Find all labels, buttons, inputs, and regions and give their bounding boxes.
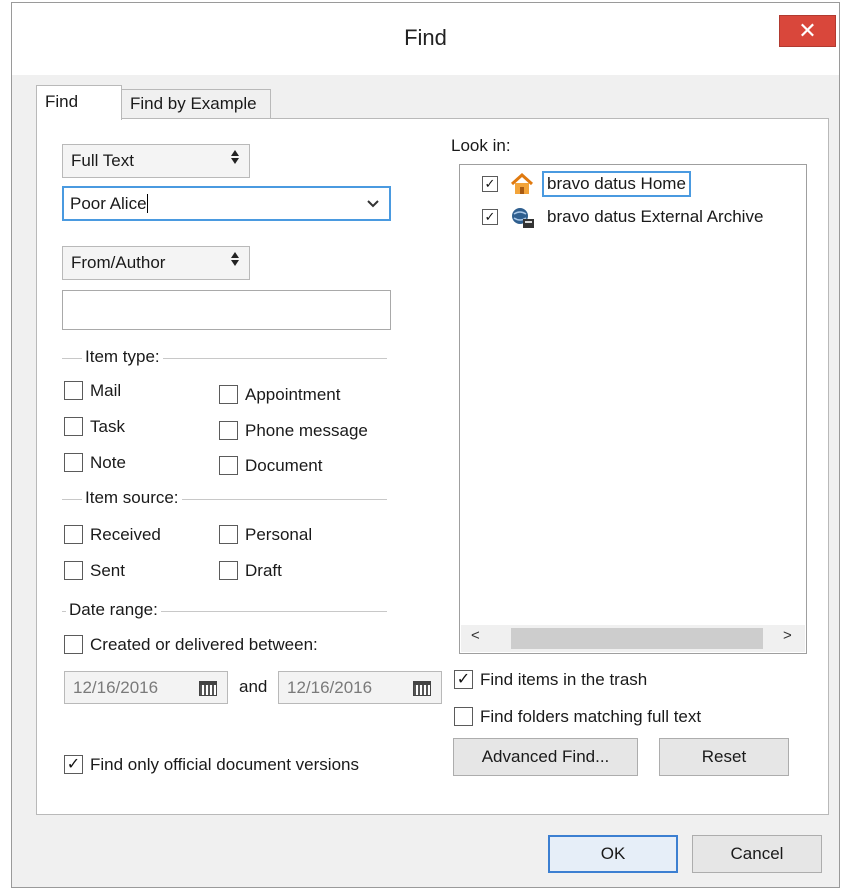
mail-label: Mail [90,381,122,400]
personal-label: Personal [245,525,313,544]
official-versions-checkbox[interactable]: ✓ [64,755,83,774]
from-date-picker[interactable]: 12/16/2016 [64,671,228,704]
note-label: Note [90,453,126,472]
received-checkbox[interactable] [64,525,83,544]
query-combobox[interactable]: Poor Alice [62,186,391,221]
scrollbar-thumb[interactable] [511,628,763,649]
find-dialog: Find ✕ Find Find by Example Full Text Po… [11,2,840,888]
appointment-label: Appointment [245,385,341,404]
from-date-value: 12/16/2016 [73,678,159,697]
updown-arrow-icon [230,145,240,177]
note-checkbox[interactable] [64,453,83,472]
title-bar: Find ✕ [12,3,839,75]
official-versions-label: Find only official document versions [90,755,359,774]
tab-find-label: Find [45,92,79,111]
horizontal-scrollbar[interactable]: < > [461,625,805,652]
tab-find-by-example-label: Find by Example [130,94,257,113]
phone-message-label: Phone message [245,421,368,440]
archive-checkbox[interactable]: ✓ [482,209,498,225]
personal-checkbox[interactable] [219,525,238,544]
look-in-item-archive[interactable]: ✓ bravo datus External Archive [478,206,808,230]
reset-button[interactable]: Reset [659,738,789,776]
folders-label: Find folders matching full text [480,707,702,726]
to-date-value: 12/16/2016 [287,678,373,697]
network-archive-icon [510,206,536,235]
to-date-picker[interactable]: 12/16/2016 [278,671,442,704]
field-select[interactable]: From/Author [62,246,250,280]
document-label: Document [245,456,323,475]
trash-checkbox[interactable]: ✓ [454,670,473,689]
close-button[interactable]: ✕ [779,15,836,47]
author-input[interactable] [62,290,391,330]
appointment-checkbox[interactable] [219,385,238,404]
calendar-icon[interactable] [199,681,217,696]
sent-label: Sent [90,561,125,580]
document-checkbox[interactable] [219,456,238,475]
date-range-legend: Date range: [66,600,161,620]
tab-find-by-example[interactable]: Find by Example [121,89,271,119]
calendar-icon[interactable] [413,681,431,696]
scroll-right-icon[interactable]: > [783,627,792,644]
mail-checkbox[interactable] [64,381,83,400]
field-select-value: From/Author [71,253,166,272]
scope-select[interactable]: Full Text [62,144,250,178]
dialog-title: Find [404,25,447,50]
archive-item-label: bravo datus External Archive [547,207,764,226]
draft-label: Draft [245,561,282,580]
phone-message-checkbox[interactable] [219,421,238,440]
query-value: Poor Alice [70,194,147,213]
scroll-left-icon[interactable]: < [471,627,480,644]
draft-checkbox[interactable] [219,561,238,580]
updown-arrow-icon [230,247,240,279]
advanced-find-button[interactable]: Advanced Find... [453,738,638,776]
home-checkbox[interactable]: ✓ [482,176,498,192]
look-in-label: Look in: [451,136,511,155]
look-in-item-home[interactable]: ✓ bravo datus Home [478,171,808,200]
home-icon [510,172,534,200]
ok-button[interactable]: OK [548,835,678,873]
task-checkbox[interactable] [64,417,83,436]
task-label: Task [90,417,125,436]
home-item-label: bravo datus Home [542,171,691,197]
trash-label: Find items in the trash [480,670,648,689]
cancel-button[interactable]: Cancel [692,835,822,873]
item-type-legend: Item type: [82,347,163,367]
created-between-checkbox[interactable] [64,635,83,654]
and-label: and [239,677,268,696]
scope-select-value: Full Text [71,151,134,170]
tab-find[interactable]: Find [36,85,122,120]
look-in-tree[interactable]: ✓ bravo datus Home ✓ bravo datus Externa… [459,164,807,654]
received-label: Received [90,525,161,544]
folders-checkbox[interactable] [454,707,473,726]
sent-checkbox[interactable] [64,561,83,580]
chevron-down-icon[interactable] [366,188,380,219]
item-source-legend: Item source: [82,488,182,508]
created-between-label: Created or delivered between: [90,635,318,654]
